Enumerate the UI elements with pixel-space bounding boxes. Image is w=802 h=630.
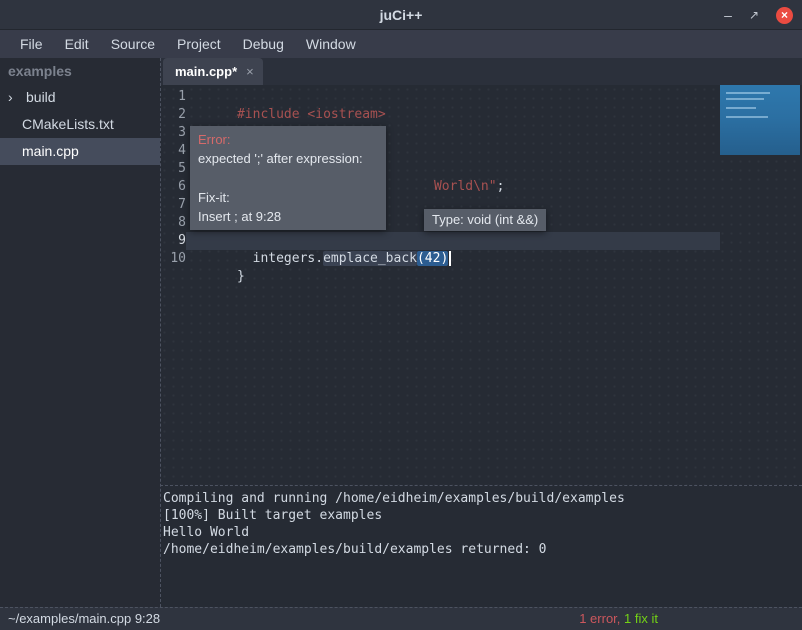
terminal-line: /home/eidheim/examples/build/examples re… xyxy=(163,541,802,558)
titlebar: juCi++ – ↗ × xyxy=(0,0,802,30)
menu-file[interactable]: File xyxy=(9,36,54,52)
minimize-button[interactable]: – xyxy=(724,8,732,22)
gutter-line-number: 2 xyxy=(160,106,186,124)
terminal-line: [100%] Built target examples xyxy=(163,507,802,524)
status-error-count[interactable]: 1 error xyxy=(579,611,617,626)
gutter-line-number-current: 9 xyxy=(160,232,186,250)
gutter-line-number: 3 xyxy=(160,124,186,142)
status-file-location: ~/examples/main.cpp 9:28 xyxy=(8,608,160,630)
juci-window: juCi++ – ↗ × File Edit Source Project De… xyxy=(0,0,802,630)
tree-item-main-cpp[interactable]: main.cpp xyxy=(0,138,160,165)
menu-project[interactable]: Project xyxy=(166,36,232,52)
type-tooltip: Type: void (int &&) xyxy=(424,209,546,231)
call-args-selection: (42) xyxy=(417,251,448,266)
minimap[interactable] xyxy=(720,85,800,155)
tree-item-build[interactable]: › build xyxy=(0,84,160,111)
tab-main-cpp[interactable]: main.cpp* × xyxy=(163,58,263,85)
gutter-line-number: 6 xyxy=(160,178,186,196)
fixit-title: Fix-it: xyxy=(198,188,378,207)
gutter-line-number: 1 xyxy=(160,88,186,106)
gutter-line-number: 7 xyxy=(160,196,186,214)
tab-close-icon[interactable]: × xyxy=(246,65,254,78)
string-literal: World\n" xyxy=(434,179,497,194)
code-editor[interactable]: 1 2 3 4 5 6 7 8 9 10 #include <iostream>… xyxy=(160,85,802,485)
code-line-10: } xyxy=(190,250,245,304)
window-controls: – ↗ × xyxy=(724,0,793,30)
terminal-panel[interactable]: Compiling and running /home/eidheim/exam… xyxy=(160,485,802,607)
code-text: ; xyxy=(497,179,505,194)
code-text: integers. xyxy=(237,251,323,266)
window-title: juCi++ xyxy=(0,0,802,30)
tree-item-label: build xyxy=(26,89,56,105)
menu-window[interactable]: Window xyxy=(295,36,367,52)
text-cursor xyxy=(449,251,451,266)
tab-bar: main.cpp* × xyxy=(160,58,802,85)
menu-source[interactable]: Source xyxy=(100,36,166,52)
minimap-code-line xyxy=(726,116,768,118)
menu-bar: File Edit Source Project Debug Window xyxy=(0,30,802,58)
status-fixit-count[interactable]: 1 fix it xyxy=(624,611,658,626)
tab-label: main.cpp* xyxy=(175,64,237,79)
tooltip-spacer xyxy=(198,168,378,188)
minimap-code-line xyxy=(726,107,756,109)
minimap-code-line xyxy=(726,98,764,100)
error-tooltip: Error: expected ';' after expression: Fi… xyxy=(190,126,386,230)
gutter-line-number: 4 xyxy=(160,142,186,160)
tree-item-label: CMakeLists.txt xyxy=(22,116,114,132)
terminal-line: Compiling and running /home/eidheim/exam… xyxy=(163,490,802,507)
status-bar: ~/examples/main.cpp 9:28 1 error, 1 fix … xyxy=(0,607,802,630)
code-text: } xyxy=(237,269,245,284)
error-tooltip-title: Error: xyxy=(198,130,378,149)
terminal-line: Hello World xyxy=(163,524,802,541)
status-separator: , xyxy=(617,611,624,626)
tree-item-label: main.cpp xyxy=(22,143,79,159)
file-tree-panel: examples › build CMakeLists.txt main.cpp xyxy=(0,58,160,607)
maximize-button[interactable]: ↗ xyxy=(749,8,759,22)
close-button[interactable]: × xyxy=(776,7,793,24)
gutter-line-number: 10 xyxy=(160,250,186,268)
gutter-line-number: 8 xyxy=(160,214,186,232)
fixit-message: Insert ; at 9:28 xyxy=(198,207,378,226)
menu-edit[interactable]: Edit xyxy=(54,36,100,52)
method-occurrence-highlight: emplace_back xyxy=(323,251,417,266)
panel-separator[interactable] xyxy=(160,58,161,607)
gutter-line-number: 5 xyxy=(160,160,186,178)
minimap-code-line xyxy=(726,92,770,94)
tree-item-cmakelists[interactable]: CMakeLists.txt xyxy=(0,111,160,138)
project-name-header: examples xyxy=(0,58,160,84)
error-tooltip-message: expected ';' after expression: xyxy=(198,149,378,168)
chevron-right-icon[interactable]: › xyxy=(8,84,13,111)
menu-debug[interactable]: Debug xyxy=(232,36,295,52)
status-diagnostics[interactable]: 1 error, 1 fix it xyxy=(579,608,658,630)
